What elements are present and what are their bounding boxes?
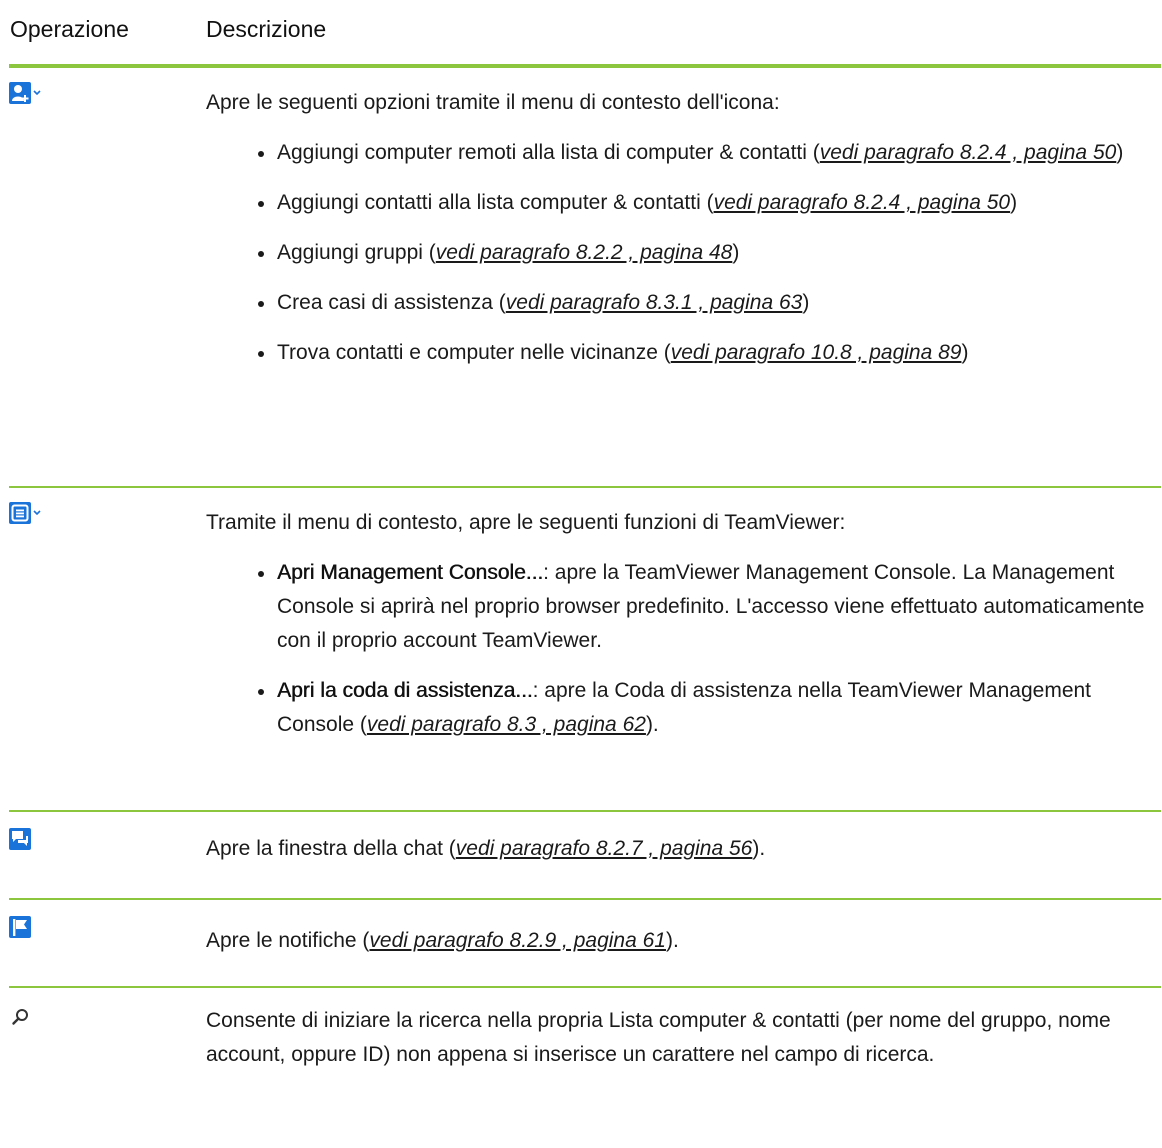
flag-icon[interactable] — [9, 916, 33, 940]
item-text: Aggiungi computer remoti alla lista di c… — [277, 141, 820, 164]
item-text-after: ) — [961, 341, 969, 364]
table-header: Operazione Descrizione — [9, 0, 1161, 68]
list-item: Crea casi di assistenza (vedi paragrafo … — [258, 286, 1148, 320]
row-text-before: Apre le notifiche ( — [206, 929, 370, 952]
table-row: Apre le seguenti opzioni tramite il menu… — [9, 68, 1161, 488]
item-text: Trova contatti e computer nelle vicinanz… — [277, 341, 671, 364]
option-list: Aggiungi computer remoti alla lista di c… — [258, 136, 1148, 370]
item-text-after: ) — [1116, 141, 1124, 164]
description-cell: Apre le seguenti opzioni tramite il menu… — [206, 86, 1161, 370]
table-row: Consente di iniziare la ricerca nella pr… — [9, 988, 1161, 1148]
column-header-operation: Operazione — [10, 16, 129, 42]
list-item: Trova contatti e computer nelle vicinanz… — [258, 336, 1148, 370]
item-text-after: ) — [732, 241, 740, 264]
table-row: Apre la finestra della chat (vedi paragr… — [9, 812, 1161, 900]
item-text: Aggiungi contatti alla lista computer & … — [277, 191, 714, 214]
item-text-after: ) — [1010, 191, 1018, 214]
row-text: Apre le notifiche (vedi paragrafo 8.2.9 … — [206, 924, 1161, 958]
list-item: Apri la coda di assistenza...: apre la C… — [258, 674, 1148, 742]
row-intro: Tramite il menu di contesto, apre le seg… — [206, 511, 846, 534]
list-item: Aggiungi contatti alla lista computer & … — [258, 186, 1148, 220]
item-title: Apri Management Console... — [277, 561, 544, 584]
list-item: Aggiungi computer remoti alla lista di c… — [258, 136, 1148, 170]
cross-reference-link[interactable]: vedi paragrafo 8.2.9 , pagina 61 — [369, 929, 666, 952]
row-text: Apre la finestra della chat (vedi paragr… — [206, 832, 1161, 866]
cross-reference-link[interactable]: vedi paragrafo 8.3.1 , pagina 63 — [506, 291, 803, 314]
operations-table: Operazione Descrizione Apre le seguenti … — [9, 0, 1161, 1148]
cross-reference-link[interactable]: vedi paragrafo 8.2.7 , pagina 56 — [456, 837, 753, 860]
cross-reference-link[interactable]: vedi paragrafo 8.3 , pagina 62 — [367, 713, 646, 736]
row-intro: Apre le seguenti opzioni tramite il menu… — [206, 91, 780, 114]
column-header-description: Descrizione — [206, 16, 327, 42]
table-row: Tramite il menu di contesto, apre le seg… — [9, 488, 1161, 812]
add-contact-icon[interactable] — [9, 82, 41, 106]
row-text-before: Apre la finestra della chat ( — [206, 837, 456, 860]
row-text-after: ). — [752, 837, 766, 860]
cross-reference-link[interactable]: vedi paragrafo 8.2.4 , pagina 50 — [820, 141, 1117, 164]
list-item: Apri Management Console...: apre la Team… — [258, 556, 1148, 658]
row-text-after: ). — [665, 929, 679, 952]
item-text-after: ) — [802, 291, 810, 314]
item-text: Crea casi di assistenza ( — [277, 291, 506, 314]
item-title: Apri la coda di assistenza... — [277, 679, 533, 702]
list-item: Aggiungi gruppi (vedi paragrafo 8.2.2 , … — [258, 236, 1148, 270]
item-text: Aggiungi gruppi ( — [277, 241, 436, 264]
table-row: Apre le notifiche (vedi paragrafo 8.2.9 … — [9, 900, 1161, 988]
cross-reference-link[interactable]: vedi paragrafo 8.2.2 , pagina 48 — [436, 241, 733, 264]
menu-list-icon[interactable] — [9, 502, 41, 526]
row-text: Consente di iniziare la ricerca nella pr… — [206, 1009, 1111, 1066]
search-icon[interactable] — [11, 1008, 31, 1028]
description-cell: Consente di iniziare la ricerca nella pr… — [206, 1004, 1161, 1072]
item-text-after: ). — [645, 713, 659, 736]
chat-icon[interactable] — [9, 828, 33, 852]
cross-reference-link[interactable]: vedi paragrafo 8.2.4 , pagina 50 — [714, 191, 1011, 214]
description-cell: Tramite il menu di contesto, apre le seg… — [206, 506, 1161, 742]
description-cell: Apre la finestra della chat (vedi paragr… — [206, 832, 1161, 866]
function-list: Apri Management Console...: apre la Team… — [258, 556, 1148, 742]
description-cell: Apre le notifiche (vedi paragrafo 8.2.9 … — [206, 924, 1161, 958]
cross-reference-link[interactable]: vedi paragrafo 10.8 , pagina 89 — [671, 341, 962, 364]
